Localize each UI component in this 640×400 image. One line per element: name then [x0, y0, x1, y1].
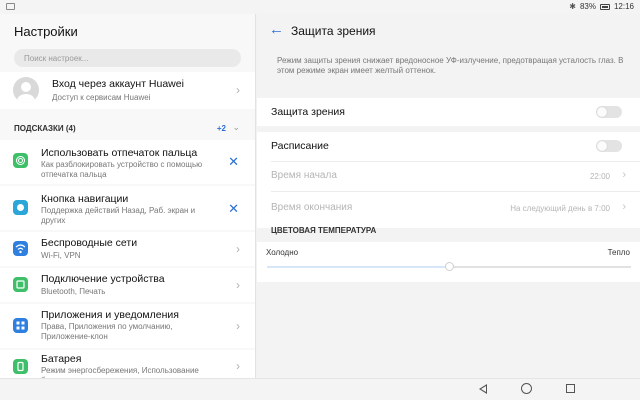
settings-item-title: Батарея [41, 353, 82, 365]
cold-label: Холодно [266, 248, 299, 257]
settings-item-subtitle: Права, Приложения по умолчанию, Приложен… [41, 322, 173, 341]
chevron-right-icon: › [622, 169, 626, 181]
apps-icon [13, 318, 28, 333]
schedule-label: Расписание [271, 140, 329, 152]
dismiss-icon[interactable]: ✕ [228, 155, 239, 168]
avatar [13, 77, 39, 103]
settings-item-wireless[interactable]: Беспроводные сети Wi-Fi, VPN › [0, 232, 255, 266]
settings-list-panel: Настройки Поиск настроек... Вход через а… [0, 14, 256, 378]
color-temperature-label: ЦВЕТОВАЯ ТЕМПЕРАТУРА [271, 226, 377, 235]
settings-item-subtitle: Режим энергосбережения, Использование ба… [41, 366, 199, 378]
end-time-row[interactable]: Время окончания На следующий день в 7:00… [257, 192, 640, 222]
fingerprint-icon [13, 153, 28, 168]
back-arrow-icon[interactable]: ← [269, 22, 284, 37]
end-time-value: На следующий день в 7:00 [510, 204, 610, 213]
eye-protection-label: Защита зрения [271, 106, 345, 118]
back-icon[interactable] [479, 384, 487, 394]
wifi-icon [13, 241, 28, 256]
battery-percent: 83% [579, 2, 596, 11]
search-input[interactable]: Поиск настроек... [14, 49, 241, 67]
suggestion-title: Кнопка навигации [41, 193, 129, 205]
navigation-dock-icon [13, 200, 28, 215]
hints-count: +2 [216, 124, 226, 133]
color-temperature-slider: Холодно Тепло [257, 242, 640, 282]
navigation-bar [0, 378, 640, 400]
chevron-right-icon: › [236, 319, 240, 333]
battery-icon [599, 3, 610, 10]
account-row[interactable]: Вход через аккаунт Huawei Доступ к серви… [0, 72, 255, 109]
chevron-right-icon: › [236, 83, 240, 97]
suggestion-subtitle: Поддержка действий Назад, Раб. экран и д… [41, 206, 196, 225]
suggestion-subtitle: Как разблокировать устройство с помощью … [41, 160, 203, 179]
eye-protection-panel: ← Защита зрения Режим защиты зрения сниж… [257, 14, 640, 378]
settings-item-apps[interactable]: Приложения и уведомления Права, Приложен… [0, 304, 255, 348]
start-time-label: Время начала [271, 170, 337, 181]
settings-title: Настройки [14, 24, 78, 39]
slider-thumb[interactable] [445, 262, 454, 271]
screenshot-icon [6, 3, 15, 10]
schedule-card: Расписание Время начала 22:00 › Время ок… [257, 132, 640, 228]
chevron-right-icon: › [622, 201, 626, 213]
device-connection-icon [13, 277, 28, 292]
chevron-right-icon: › [236, 242, 240, 256]
settings-item-subtitle: Wi-Fi, VPN [41, 251, 81, 260]
settings-item-title: Приложения и уведомления [41, 309, 179, 321]
settings-item-battery[interactable]: Батарея Режим энергосбережения, Использо… [0, 350, 255, 378]
suggestion-navigation-button[interactable]: Кнопка навигации Поддержка действий Наза… [0, 186, 255, 230]
detail-header: ← Защита зрения [257, 14, 640, 48]
start-time-value: 22:00 [589, 172, 610, 181]
battery-settings-icon [13, 359, 28, 374]
dismiss-icon[interactable]: ✕ [228, 202, 239, 215]
settings-item-subtitle: Bluetooth, Печать [41, 287, 106, 296]
bluetooth-icon: ✱ [569, 2, 576, 11]
settings-item-title: Беспроводные сети [41, 237, 138, 249]
end-time-label: Время окончания [271, 202, 353, 213]
chevron-right-icon: › [236, 278, 240, 292]
page-title: Защита зрения [291, 24, 376, 38]
clock: 12:16 [613, 2, 634, 11]
account-title: Вход через аккаунт Huawei [52, 78, 184, 90]
suggestion-fingerprint[interactable]: Использовать отпечаток пальца Как разбло… [0, 140, 255, 184]
description-text: Режим защиты зрения снижает вредоносное … [277, 56, 624, 75]
home-icon[interactable] [521, 383, 532, 394]
eye-protection-row[interactable]: Защита зрения [257, 98, 640, 126]
chevron-down-icon[interactable]: ⌄ [232, 122, 240, 133]
suggestion-title: Использовать отпечаток пальца [41, 147, 198, 159]
slider-fill [267, 266, 449, 268]
warm-label: Тепло [607, 248, 630, 257]
hints-header[interactable]: ПОДСКАЗКИ (4) +2 ⌄ [0, 122, 255, 138]
start-time-row[interactable]: Время начала 22:00 › [257, 162, 640, 190]
settings-item-title: Подключение устройства [41, 273, 165, 285]
account-subtitle: Доступ к сервисам Huawei [52, 93, 151, 102]
status-bar: ✱ 83% 12:16 [0, 0, 640, 14]
hints-label: ПОДСКАЗКИ (4) [14, 124, 76, 133]
eye-protection-toggle[interactable] [596, 106, 622, 118]
chevron-right-icon: › [236, 359, 240, 373]
settings-item-device-connection[interactable]: Подключение устройства Bluetooth, Печать… [0, 268, 255, 302]
schedule-toggle[interactable] [596, 140, 622, 152]
recent-apps-icon[interactable] [566, 384, 575, 393]
